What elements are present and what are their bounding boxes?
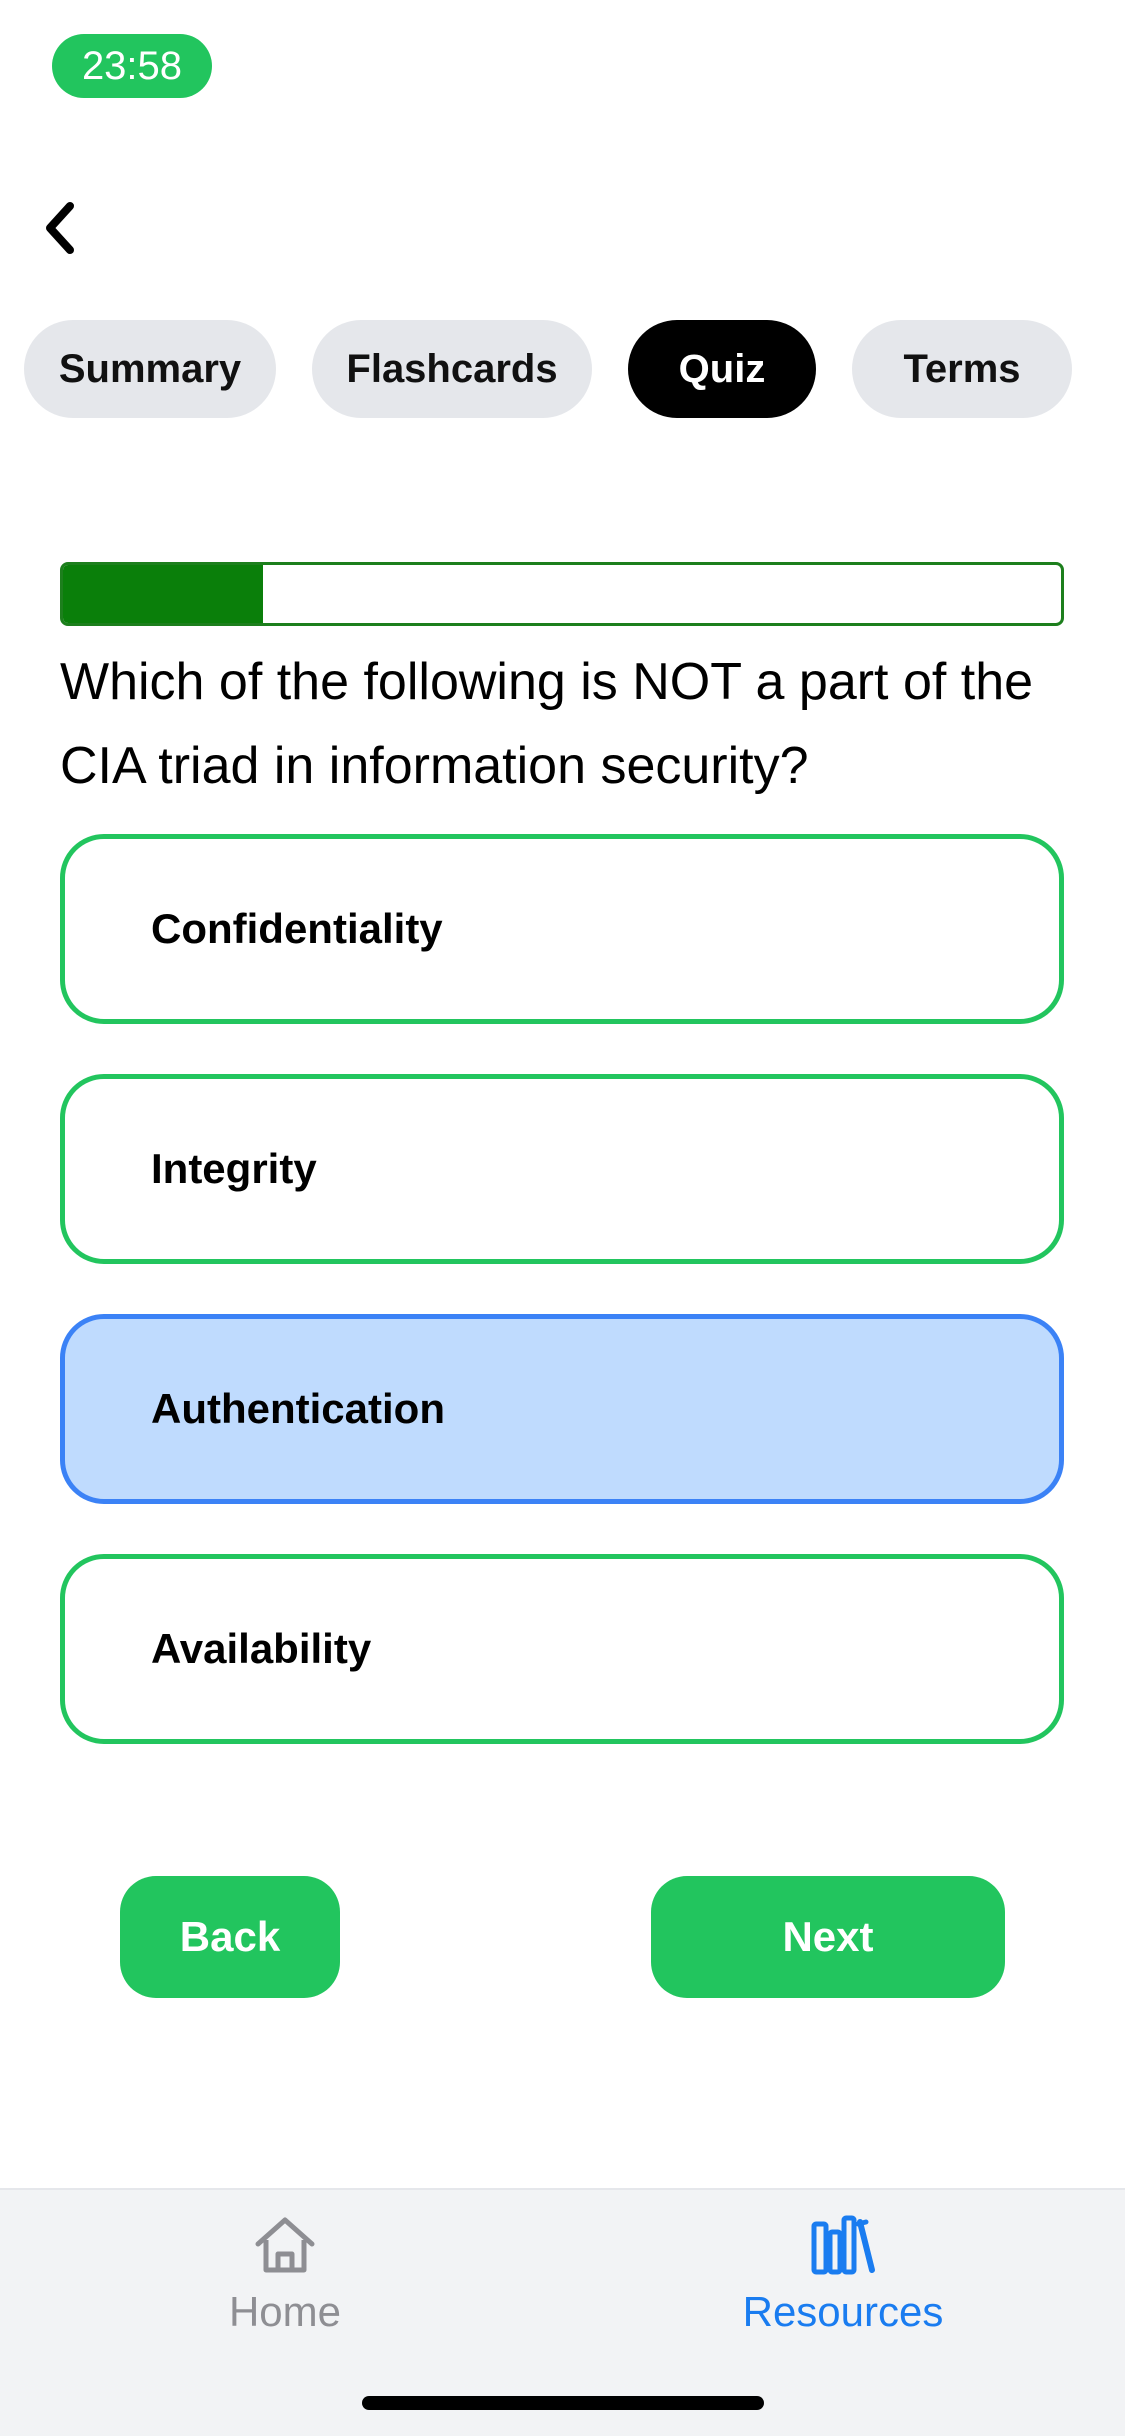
answer-option-label: Integrity (151, 1145, 317, 1192)
quiz-progress-fill (63, 565, 263, 623)
answer-option-availability[interactable]: Availability (60, 1554, 1064, 1744)
tab-flashcards[interactable]: Flashcards (312, 320, 592, 418)
tab-quiz[interactable]: Quiz (628, 320, 816, 418)
back-button[interactable]: Back (120, 1876, 340, 1998)
answer-option-label: Authentication (151, 1385, 445, 1432)
answer-option-authentication[interactable]: Authentication (60, 1314, 1064, 1504)
tabbar-item-home[interactable]: Home (135, 2210, 435, 2336)
home-icon (255, 2217, 315, 2273)
home-indicator (362, 2396, 764, 2410)
tabbar-label-home: Home (228, 2288, 342, 2335)
tabbar-label-resources: Resources (742, 2288, 944, 2335)
tab-terms[interactable]: Terms (852, 320, 1072, 418)
answer-option-confidentiality[interactable]: Confidentiality (60, 834, 1064, 1024)
back-chevron-icon[interactable] (40, 198, 88, 258)
answer-option-integrity[interactable]: Integrity (60, 1074, 1064, 1264)
answer-option-label: Confidentiality (151, 905, 443, 952)
answer-option-label: Availability (151, 1625, 372, 1672)
next-button[interactable]: Next (651, 1876, 1005, 1998)
quiz-progress-bar (60, 562, 1064, 626)
status-time: 23:58 (52, 34, 212, 98)
tabbar-item-resources[interactable]: Resources (693, 2210, 993, 2336)
books-icon (811, 2215, 875, 2275)
quiz-question: Which of the following is NOT a part of … (60, 653, 1034, 795)
tab-summary[interactable]: Summary (24, 320, 276, 418)
